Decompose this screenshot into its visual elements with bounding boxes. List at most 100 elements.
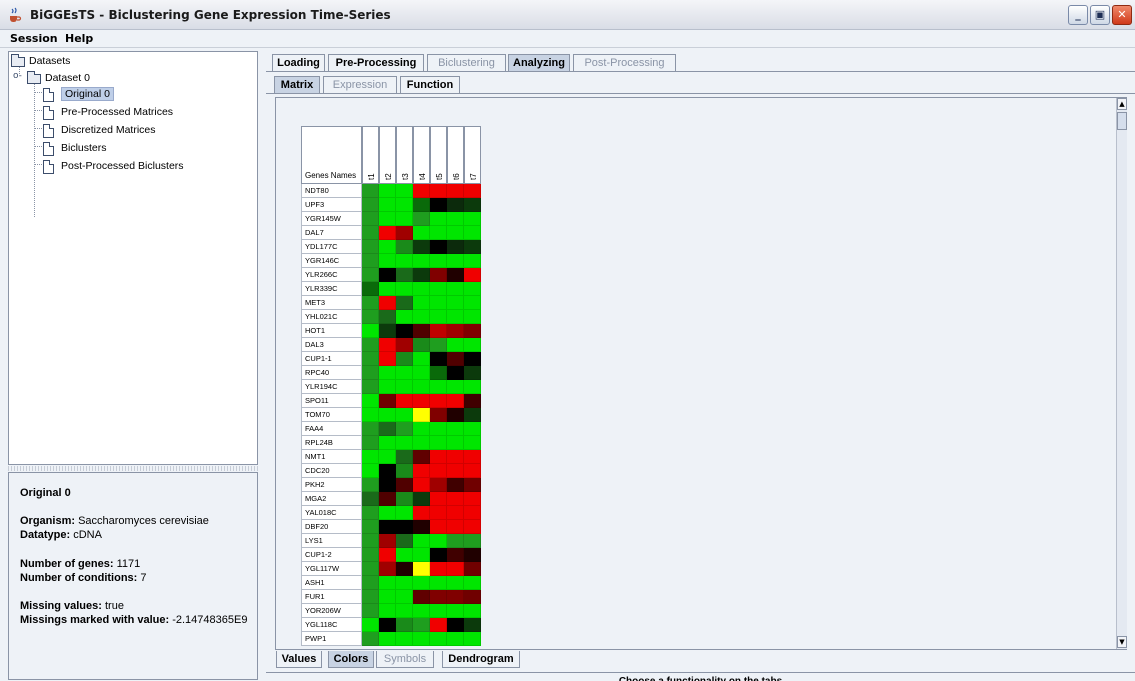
matrix-row[interactable]: LYS1 — [301, 534, 481, 548]
expression-cell[interactable] — [430, 310, 447, 324]
tab-matrix[interactable]: Matrix — [274, 76, 320, 93]
expression-cell[interactable] — [362, 226, 379, 240]
expression-cell[interactable] — [362, 184, 379, 198]
expression-cell[interactable] — [430, 282, 447, 296]
expression-cell[interactable] — [430, 450, 447, 464]
expression-cell[interactable] — [413, 632, 430, 646]
expression-cell[interactable] — [430, 184, 447, 198]
expression-cell[interactable] — [464, 282, 481, 296]
matrix-row[interactable]: YLR194C — [301, 380, 481, 394]
expression-cell[interactable] — [396, 408, 413, 422]
expression-cell[interactable] — [447, 478, 464, 492]
expression-cell[interactable] — [379, 296, 396, 310]
expression-cell[interactable] — [447, 268, 464, 282]
matrix-row[interactable]: NDT80 — [301, 184, 481, 198]
expression-cell[interactable] — [379, 254, 396, 268]
matrix-row[interactable]: YGR145W — [301, 212, 481, 226]
matrix-row[interactable]: CUP1-1 — [301, 352, 481, 366]
expression-cell[interactable] — [447, 436, 464, 450]
matrix-row[interactable]: SPO11 — [301, 394, 481, 408]
expression-cell[interactable] — [430, 618, 447, 632]
expression-cell[interactable] — [447, 198, 464, 212]
expression-cell[interactable] — [464, 212, 481, 226]
expression-cell[interactable] — [430, 492, 447, 506]
expression-cell[interactable] — [379, 618, 396, 632]
expression-cell[interactable] — [413, 198, 430, 212]
expression-cell[interactable] — [413, 548, 430, 562]
expression-cell[interactable] — [379, 394, 396, 408]
expression-cell[interactable] — [413, 422, 430, 436]
expression-cell[interactable] — [413, 184, 430, 198]
expression-cell[interactable] — [430, 352, 447, 366]
expression-cell[interactable] — [464, 310, 481, 324]
matrix-row[interactable]: YGL118C — [301, 618, 481, 632]
expression-cell[interactable] — [379, 520, 396, 534]
expression-cell[interactable] — [396, 352, 413, 366]
expression-cell[interactable] — [396, 380, 413, 394]
expression-cell[interactable] — [430, 632, 447, 646]
panel-splitter[interactable] — [8, 466, 258, 471]
expression-cell[interactable] — [362, 464, 379, 478]
expression-cell[interactable] — [430, 338, 447, 352]
expression-cell[interactable] — [396, 254, 413, 268]
expression-cell[interactable] — [464, 604, 481, 618]
expression-cell[interactable] — [396, 450, 413, 464]
expression-cell[interactable] — [413, 520, 430, 534]
matrix-row[interactable]: MGA2 — [301, 492, 481, 506]
expression-cell[interactable] — [362, 240, 379, 254]
matrix-row[interactable]: YGL117W — [301, 562, 481, 576]
expression-cell[interactable] — [464, 338, 481, 352]
expression-cell[interactable] — [379, 226, 396, 240]
expression-cell[interactable] — [413, 338, 430, 352]
tab-preprocessing[interactable]: Pre-Processing — [328, 54, 424, 71]
expression-cell[interactable] — [362, 618, 379, 632]
expression-cell[interactable] — [396, 534, 413, 548]
expression-cell[interactable] — [413, 324, 430, 338]
expression-cell[interactable] — [464, 492, 481, 506]
matrix-row[interactable]: UPF3 — [301, 198, 481, 212]
expression-cell[interactable] — [464, 450, 481, 464]
expression-cell[interactable] — [413, 576, 430, 590]
expression-cell[interactable] — [464, 632, 481, 646]
expression-cell[interactable] — [464, 240, 481, 254]
expression-cell[interactable] — [413, 604, 430, 618]
expression-cell[interactable] — [464, 506, 481, 520]
expression-cell[interactable] — [396, 240, 413, 254]
expression-cell[interactable] — [379, 562, 396, 576]
expression-cell[interactable] — [396, 282, 413, 296]
expression-cell[interactable] — [379, 590, 396, 604]
expression-cell[interactable] — [362, 338, 379, 352]
expression-cell[interactable] — [362, 282, 379, 296]
expand-toggle-icon[interactable]: o- — [13, 71, 22, 81]
expression-cell[interactable] — [447, 324, 464, 338]
expression-cell[interactable] — [362, 198, 379, 212]
expression-cell[interactable] — [464, 436, 481, 450]
expression-cell[interactable] — [362, 380, 379, 394]
expression-cell[interactable] — [447, 492, 464, 506]
expression-cell[interactable] — [362, 422, 379, 436]
expression-cell[interactable] — [362, 296, 379, 310]
expression-cell[interactable] — [447, 548, 464, 562]
tab-analyzing[interactable]: Analyzing — [508, 54, 570, 71]
expression-cell[interactable] — [464, 296, 481, 310]
expression-cell[interactable] — [396, 604, 413, 618]
expression-cell[interactable] — [413, 226, 430, 240]
expression-cell[interactable] — [464, 590, 481, 604]
expression-cell[interactable] — [464, 184, 481, 198]
expression-cell[interactable] — [396, 338, 413, 352]
expression-cell[interactable] — [447, 604, 464, 618]
expression-cell[interactable] — [447, 422, 464, 436]
expression-cell[interactable] — [379, 464, 396, 478]
expression-cell[interactable] — [362, 254, 379, 268]
matrix-row[interactable]: DBF20 — [301, 520, 481, 534]
menu-help[interactable]: Help — [65, 32, 93, 45]
tab-values[interactable]: Values — [276, 651, 322, 668]
expression-cell[interactable] — [379, 548, 396, 562]
expression-cell[interactable] — [447, 464, 464, 478]
expression-cell[interactable] — [430, 534, 447, 548]
expression-cell[interactable] — [362, 268, 379, 282]
matrix-row[interactable]: MET3 — [301, 296, 481, 310]
expression-cell[interactable] — [379, 268, 396, 282]
expression-cell[interactable] — [447, 534, 464, 548]
expression-cell[interactable] — [362, 632, 379, 646]
